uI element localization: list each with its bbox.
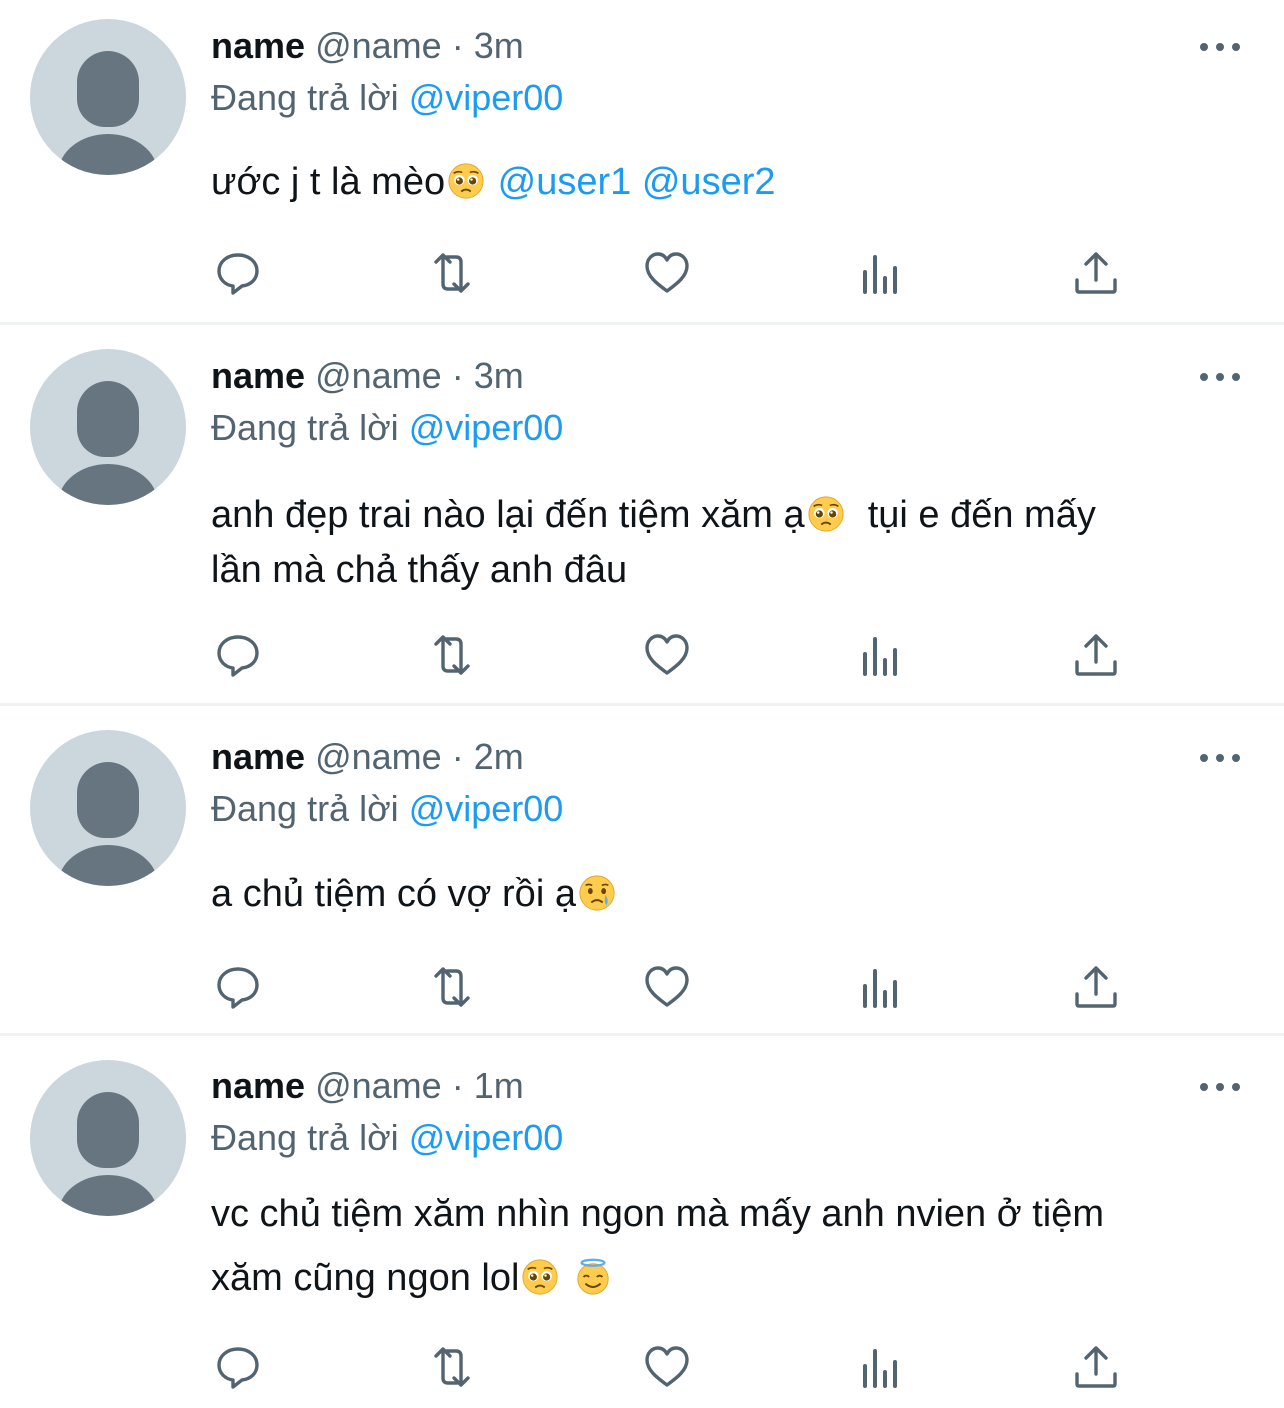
pleading-face-emoji xyxy=(808,496,844,532)
action-bar xyxy=(0,962,1284,1012)
display-name[interactable]: name xyxy=(211,736,305,777)
avatar-head xyxy=(77,51,139,127)
reply-icon[interactable] xyxy=(213,630,263,680)
pleading-face-emoji xyxy=(522,1259,558,1295)
reply-icon[interactable] xyxy=(213,962,263,1012)
like-icon[interactable] xyxy=(642,630,692,680)
replying-to-mention[interactable]: @viper00 xyxy=(409,1117,564,1158)
separator-dot: · xyxy=(451,1065,464,1106)
more-options-icon[interactable] xyxy=(1200,1082,1240,1092)
replying-to-label: Đang trả lời xyxy=(211,77,399,118)
tweet[interactable]: name @name · 2m Đang trả lời @viper00 a … xyxy=(0,706,1284,1036)
avatar[interactable] xyxy=(30,730,186,886)
views-icon[interactable] xyxy=(856,630,906,680)
action-bar xyxy=(0,248,1284,298)
avatar-body xyxy=(58,845,158,886)
tweet-header: name @name · 3m xyxy=(211,354,524,398)
share-icon[interactable] xyxy=(1071,248,1121,298)
replying-to: Đang trả lời @viper00 xyxy=(211,76,563,120)
more-options-icon[interactable] xyxy=(1200,753,1240,763)
views-icon[interactable] xyxy=(856,248,906,298)
separator-dot: · xyxy=(451,736,464,777)
retweet-icon[interactable] xyxy=(427,248,477,298)
tweet-text-part: anh đẹp trai nào lại đến tiệm xăm ạ xyxy=(211,494,805,536)
timestamp[interactable]: 2m xyxy=(474,736,524,777)
avatar-head xyxy=(77,1092,139,1168)
replying-to: Đang trả lời @viper00 xyxy=(211,406,563,450)
avatar-body xyxy=(58,464,158,505)
views-icon[interactable] xyxy=(856,962,906,1012)
tweet[interactable]: name @name · 3m Đang trả lời @viper00 ướ… xyxy=(0,0,1284,325)
user-handle[interactable]: @name xyxy=(315,1065,442,1106)
mention-link[interactable]: @user1 xyxy=(498,161,632,203)
tweet-text: anh đẹp trai nào lại đến tiệm xăm ạ tụi … xyxy=(211,488,1251,598)
share-icon[interactable] xyxy=(1071,1342,1121,1392)
avatar-head xyxy=(77,381,139,457)
mention-link[interactable]: @user2 xyxy=(642,161,776,203)
avatar[interactable] xyxy=(30,1060,186,1216)
more-options-icon[interactable] xyxy=(1200,42,1240,52)
avatar-head xyxy=(77,762,139,838)
tweet-text: ước j t là mèo @user1 @user2 xyxy=(211,158,1251,206)
replying-to-label: Đang trả lời xyxy=(211,788,399,829)
like-icon[interactable] xyxy=(642,248,692,298)
retweet-icon[interactable] xyxy=(427,1342,477,1392)
timestamp[interactable]: 3m xyxy=(474,355,524,396)
avatar[interactable] xyxy=(30,349,186,505)
pleading-face-emoji xyxy=(448,163,484,199)
tweet-text-part: vc chủ tiệm xăm nhìn ngon mà mấy anh nvi… xyxy=(211,1193,1104,1235)
replying-to-mention[interactable]: @viper00 xyxy=(409,77,564,118)
tweet-text-part: a chủ tiệm có vợ rồi ạ xyxy=(211,873,576,915)
replying-to-label: Đang trả lời xyxy=(211,407,399,448)
avatar-body xyxy=(58,134,158,175)
replying-to: Đang trả lời @viper00 xyxy=(211,787,563,831)
share-icon[interactable] xyxy=(1071,962,1121,1012)
action-bar xyxy=(0,1342,1284,1392)
share-icon[interactable] xyxy=(1071,630,1121,680)
more-options-icon[interactable] xyxy=(1200,372,1240,382)
replying-to: Đang trả lời @viper00 xyxy=(211,1116,563,1160)
tweet-text-part: xăm cũng ngon lol xyxy=(211,1257,520,1299)
tweet-text-part: tụi e đến mấy xyxy=(867,494,1096,536)
tweet-text-part: lần mà chả thấy anh đâu xyxy=(211,549,628,591)
replying-to-mention[interactable]: @viper00 xyxy=(409,407,564,448)
tweet-text: a chủ tiệm có vợ rồi ạ xyxy=(211,870,1251,918)
timestamp[interactable]: 3m xyxy=(474,25,524,66)
tweet[interactable]: name @name · 3m Đang trả lời @viper00 an… xyxy=(0,325,1284,706)
smiling-face-with-halo-emoji xyxy=(577,1258,609,1295)
retweet-icon[interactable] xyxy=(427,630,477,680)
user-handle[interactable]: @name xyxy=(315,736,442,777)
views-icon[interactable] xyxy=(856,1342,906,1392)
user-handle[interactable]: @name xyxy=(315,355,442,396)
like-icon[interactable] xyxy=(642,1342,692,1392)
avatar-body xyxy=(58,1175,158,1216)
separator-dot: · xyxy=(451,355,464,396)
timestamp[interactable]: 1m xyxy=(474,1065,524,1106)
user-handle[interactable]: @name xyxy=(315,25,442,66)
retweet-icon[interactable] xyxy=(427,962,477,1012)
tweet[interactable]: name @name · 1m Đang trả lời @viper00 vc… xyxy=(0,1036,1284,1408)
avatar[interactable] xyxy=(30,19,186,175)
display-name[interactable]: name xyxy=(211,1065,305,1106)
tweet-text-part: ước j t là mèo xyxy=(211,161,446,203)
replying-to-mention[interactable]: @viper00 xyxy=(409,788,564,829)
tweet-header: name @name · 1m xyxy=(211,1064,524,1108)
reply-icon[interactable] xyxy=(213,1342,263,1392)
replying-to-label: Đang trả lời xyxy=(211,1117,399,1158)
like-icon[interactable] xyxy=(642,962,692,1012)
sad-but-relieved-face-emoji xyxy=(579,875,615,911)
separator-dot: · xyxy=(451,25,464,66)
display-name[interactable]: name xyxy=(211,355,305,396)
action-bar xyxy=(0,630,1284,680)
tweet-header: name @name · 2m xyxy=(211,735,524,779)
tweet-header: name @name · 3m xyxy=(211,24,524,68)
display-name[interactable]: name xyxy=(211,25,305,66)
reply-icon[interactable] xyxy=(213,248,263,298)
tweet-text: vc chủ tiệm xăm nhìn ngon mà mấy anh nvi… xyxy=(211,1182,1251,1310)
